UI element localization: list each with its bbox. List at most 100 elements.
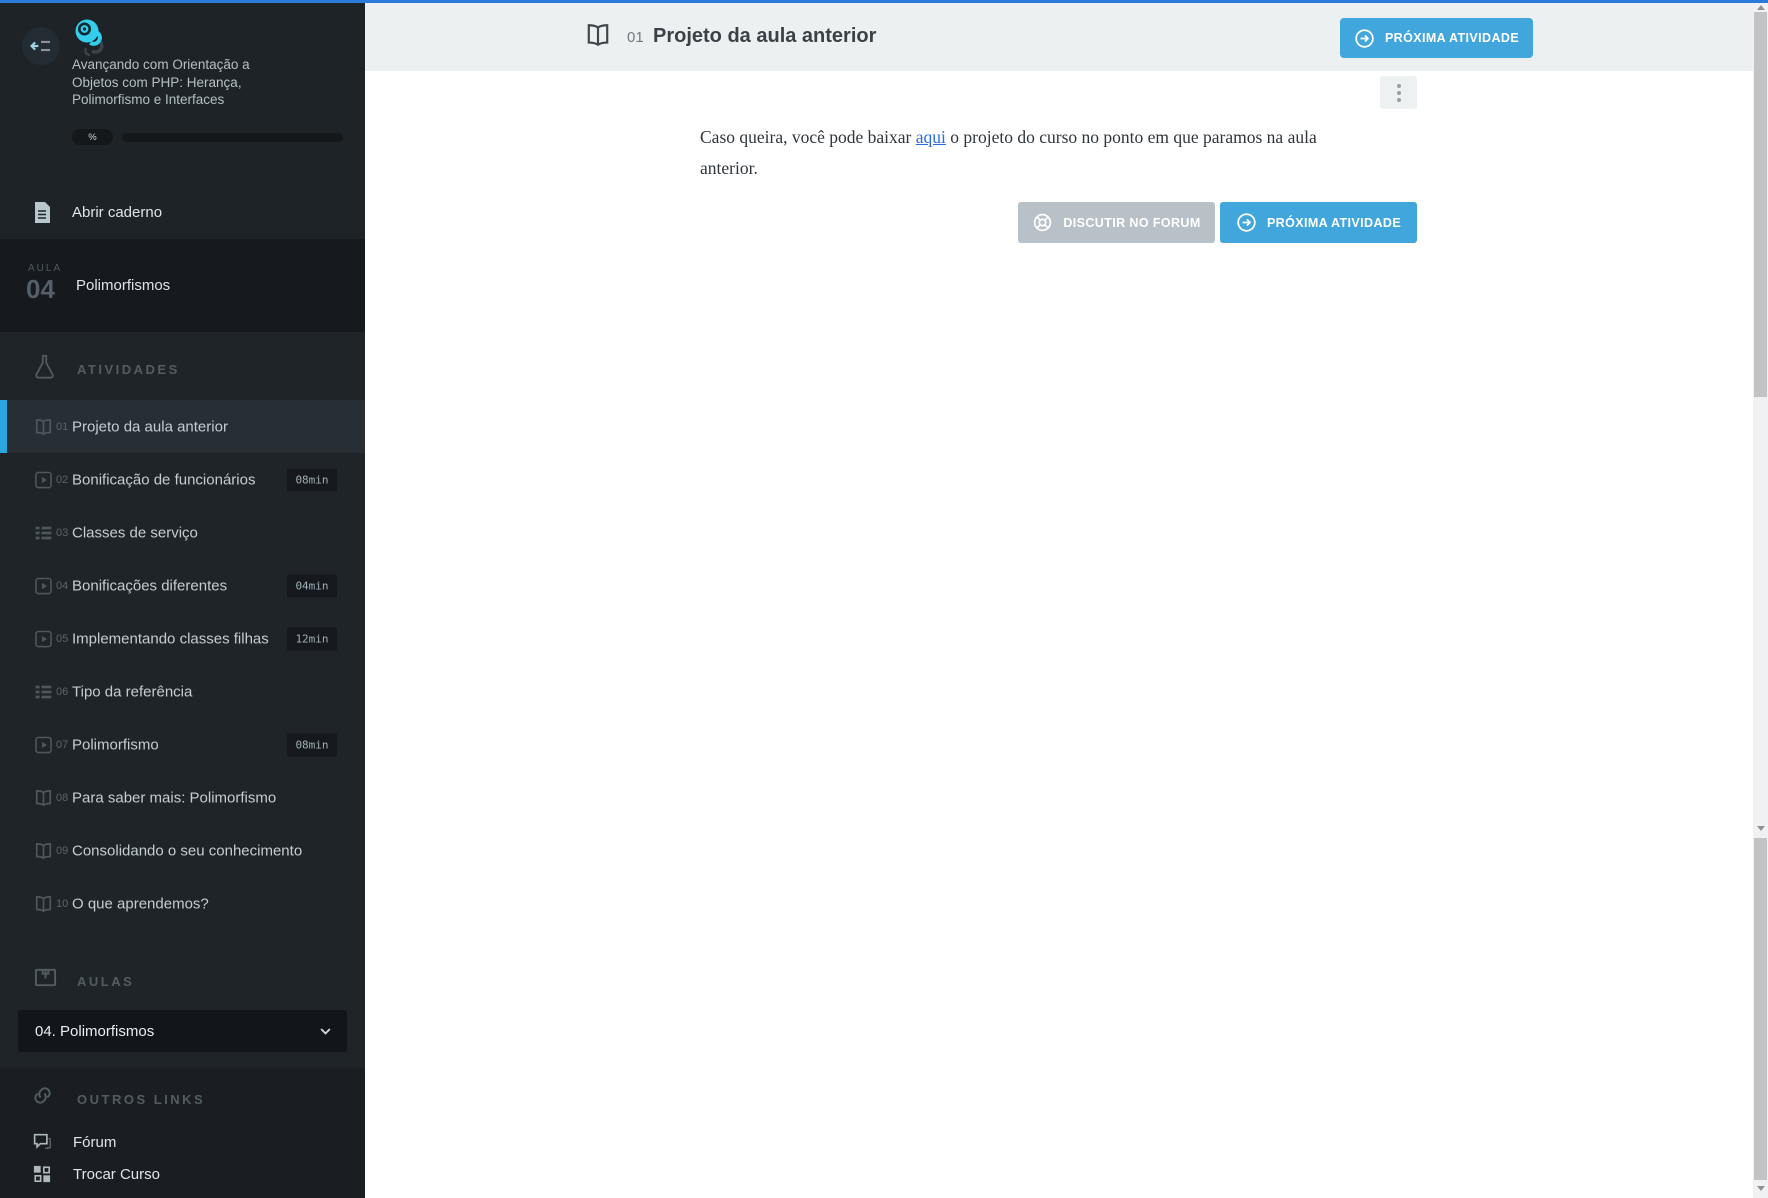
lesson-number: 04: [26, 274, 55, 304]
open-notebook-button[interactable]: Abrir caderno: [0, 196, 365, 229]
activity-item-number: 10: [56, 897, 69, 910]
lesson-select[interactable]: 04. Polimorfismos: [18, 1010, 347, 1052]
paragraph-text: Caso queira, você pode baixar: [700, 127, 916, 147]
discuss-forum-button-label: DISCUTIR NO FORUM: [1063, 215, 1201, 230]
scroll-down-arrow-icon[interactable]: [1756, 1186, 1765, 1191]
scrollbar-thumb[interactable]: [1754, 12, 1767, 397]
book-icon: [34, 894, 53, 913]
grid-icon: [33, 1165, 51, 1183]
link-icon: [31, 1084, 54, 1107]
scrollbar-thumb[interactable]: [1754, 838, 1767, 1180]
activity-item-label: Tipo da referência: [72, 683, 193, 700]
video-icon: [34, 735, 53, 754]
activity-item-label: Implementando classes filhas: [72, 630, 269, 647]
circle-arrow-right-icon: [1236, 212, 1257, 233]
activity-item-06[interactable]: 06 Tipo da referência: [0, 665, 365, 718]
collapse-arrow-icon: [30, 40, 50, 52]
book-icon: [34, 966, 57, 990]
lesson-word-label: AULA: [28, 263, 63, 274]
book-icon: [34, 841, 53, 860]
activity-item-number: 02: [56, 473, 69, 486]
course-title-line: Polimorfismo e Interfaces: [72, 92, 225, 107]
course-title-line: Objetos com PHP: Herança,: [72, 74, 242, 90]
more-options-button[interactable]: [1380, 76, 1417, 109]
forum-link-label: Fórum: [73, 1134, 117, 1151]
activities-list: 01 Projeto da aula anterior 02 Bonificação …: [0, 400, 365, 930]
activity-item-number: 04: [56, 579, 69, 592]
activity-item-label: Consolidando o seu conhecimento: [72, 842, 303, 859]
book-icon: [34, 788, 53, 807]
flask-icon: [34, 354, 55, 381]
scroll-up-arrow-icon[interactable]: [1756, 5, 1765, 10]
list-icon: [34, 682, 53, 701]
activity-item-05[interactable]: 05 Implementando classes filhas 12min: [0, 612, 365, 665]
download-project-link[interactable]: aqui: [916, 127, 946, 147]
progress-percent-badge: %: [72, 129, 113, 145]
video-icon: [34, 470, 53, 489]
duration-badge: 04min: [287, 574, 337, 597]
activity-item-number: 06: [56, 685, 69, 698]
activity-item-09[interactable]: 09 Consolidando o seu conhecimento: [0, 824, 365, 877]
activities-header-label: ATIVIDADES: [77, 362, 180, 377]
duration-badge: 12min: [287, 627, 337, 650]
activity-item-label: Bonificações diferentes: [72, 577, 228, 594]
other-links-header-label: OUTROS LINKS: [77, 1092, 206, 1107]
current-lesson-banner: AULA 04 Polimorfismos: [0, 239, 365, 332]
dot: [1396, 83, 1401, 88]
activity-item-label: O que aprendemos?: [72, 895, 209, 912]
video-icon: [34, 576, 53, 595]
activity-item-number: 07: [56, 738, 69, 751]
video-icon: [34, 629, 53, 648]
activities-section-header: ATIVIDADES: [0, 332, 365, 400]
activity-item-label: Projeto da aula anterior: [72, 418, 228, 435]
activity-item-02[interactable]: 02 Bonificação de funcionários 08min: [0, 453, 365, 506]
activity-number: 01: [627, 29, 644, 46]
scroll-down-arrow-icon[interactable]: [1756, 826, 1765, 831]
activity-title: Projeto da aula anterior: [653, 25, 877, 47]
course-logo-icon: [72, 18, 108, 58]
other-links-section: OUTROS LINKS Fórum Trocar Curso: [0, 1068, 365, 1198]
progress-bar: [122, 132, 343, 142]
open-notebook-label: Abrir caderno: [72, 204, 163, 221]
activity-text: Caso queira, você pode baixar aqui o pro…: [700, 122, 1345, 184]
change-course-link[interactable]: Trocar Curso: [0, 1160, 365, 1190]
sidebar-course-header: Avançando com Orientação a Objetos com P…: [0, 0, 365, 239]
activity-item-10[interactable]: 10 O que aprendemos?: [0, 877, 365, 930]
chat-bubble-icon: [33, 1133, 51, 1152]
lesson-select-value: 04. Polimorfismos: [35, 1022, 155, 1040]
sidebar: Avançando com Orientação a Objetos com P…: [0, 0, 365, 1198]
dot: [1396, 90, 1401, 95]
activity-item-number: 01: [56, 420, 69, 433]
activity-item-label: Classes de serviço: [72, 524, 198, 541]
dot: [1396, 97, 1401, 102]
chevron-down-icon: [318, 1024, 333, 1039]
activities-section: ATIVIDADES 01 Projeto da aula anterior 02 B…: [0, 332, 365, 948]
discuss-forum-button[interactable]: DISCUTIR NO FORUM: [1018, 202, 1215, 243]
aulas-section: AULAS 04. Polimorfismos: [0, 948, 365, 1068]
activity-item-label: Para saber mais: Polimorfismo: [72, 789, 277, 806]
top-accent-bar: [0, 0, 1768, 3]
activity-item-label: Bonificação de funcionários: [72, 471, 256, 488]
activity-item-08[interactable]: 08 Para saber mais: Polimorfismo: [0, 771, 365, 824]
lifebuoy-icon: [1032, 212, 1053, 233]
activity-item-03[interactable]: 03 Classes de serviço: [0, 506, 365, 559]
course-title: Avançando com Orientação a Objetos com P…: [72, 56, 342, 109]
collapse-sidebar-button[interactable]: [22, 27, 60, 65]
next-activity-button-header[interactable]: PRÓXIMA ATIVIDADE: [1340, 18, 1533, 58]
course-progress: %: [72, 129, 344, 145]
activity-item-04[interactable]: 04 Bonificações diferentes 04min: [0, 559, 365, 612]
forum-link[interactable]: Fórum: [0, 1128, 365, 1158]
book-icon: [34, 417, 53, 436]
next-activity-bottom-label: PRÓXIMA ATIVIDADE: [1266, 215, 1402, 230]
next-activity-button-bottom[interactable]: PRÓXIMA ATIVIDADE: [1220, 202, 1417, 243]
vertical-scrollbar[interactable]: [1753, 0, 1768, 1198]
activity-item-number: 05: [56, 632, 69, 645]
duration-badge: 08min: [287, 468, 337, 491]
list-icon: [34, 523, 53, 542]
activity-item-07[interactable]: 07 Polimorfismo 08min: [0, 718, 365, 771]
open-book-icon: [585, 22, 611, 50]
activity-item-01[interactable]: 01 Projeto da aula anterior: [0, 400, 365, 453]
notebook-icon: [34, 202, 50, 223]
activity-item-label: Polimorfismo: [72, 736, 159, 753]
duration-badge: 08min: [287, 733, 337, 756]
